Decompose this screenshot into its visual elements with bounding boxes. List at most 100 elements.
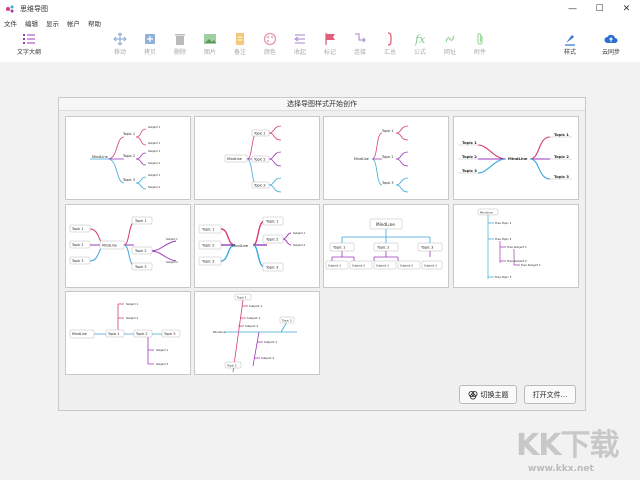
collapse-icon xyxy=(293,34,305,44)
topic3-label: Topic 3 xyxy=(281,319,292,323)
outline-icon xyxy=(23,34,35,44)
topic1-label: Topic 1 xyxy=(122,132,135,136)
template-6[interactable]: Topic 1 Topic 2 Topic 3 MindLine Topic 1… xyxy=(194,204,320,288)
color-label: 颜色 xyxy=(263,49,276,56)
theme-icon xyxy=(468,390,477,399)
style-label: 样式 xyxy=(563,49,576,56)
connect-button[interactable]: 连接 xyxy=(345,30,375,60)
outline-button[interactable]: 文字大纲 xyxy=(14,30,44,60)
formula-icon: fx xyxy=(414,33,426,46)
template-5[interactable]: Topic 1 Topic 2 Topic 3 MindLine Topic 1… xyxy=(65,204,191,288)
connect-icon xyxy=(355,33,366,43)
move-label: 移动 xyxy=(113,49,126,56)
move-icon xyxy=(113,32,127,46)
cloud-sync-label: 云同步 xyxy=(601,49,620,56)
topic2-label: Topic 2 xyxy=(226,364,237,368)
topic2-label: Topic 2 xyxy=(381,155,393,159)
template-9[interactable]: MindLine Topic 1 Topic 2 Topic 3 Subject… xyxy=(65,291,191,375)
panel-title: 选择导图样式开始创作 xyxy=(59,98,585,111)
subject2-label: Subject 2 xyxy=(126,316,139,320)
close-button[interactable]: ✕ xyxy=(613,0,640,17)
subject1-label: Subject 1 xyxy=(126,302,139,306)
open-file-label: 打开文件... xyxy=(532,390,568,399)
image-icon xyxy=(204,34,216,44)
topic1-label: Topic 1 xyxy=(236,296,247,300)
topic3-label: Topic 3 xyxy=(381,181,393,185)
center-label: MindLine xyxy=(213,330,226,334)
menu-view[interactable]: 显示 xyxy=(42,18,63,28)
subject2-label: Subject 2 xyxy=(245,324,258,328)
subject1-label: Subject 1 xyxy=(148,141,161,145)
tree-topic2-label: Tree Topic 2 xyxy=(494,237,512,241)
delete-button[interactable]: 删除 xyxy=(165,30,195,60)
subject1-label: Subject 1 xyxy=(264,340,277,344)
template-2[interactable]: MindLine Topic 1 Topic 2 Topic 3 xyxy=(194,116,320,200)
connect-label: 连接 xyxy=(353,49,366,56)
topic3-label: Topic 3 xyxy=(554,174,569,179)
subject1-label: Subject 1 xyxy=(148,173,161,177)
topic1-label: Topic 1 xyxy=(201,228,214,232)
topic1-label: Topic 1 xyxy=(332,246,345,250)
subject2-label: Subject 2 xyxy=(156,362,169,366)
link-button[interactable]: 网址 xyxy=(435,30,465,60)
topic3-label: Topic 3 xyxy=(122,178,135,182)
template-10[interactable]: Topic 1 Subject 1 Subject 1 Subject 2 Mi… xyxy=(194,291,320,375)
menu-bar: 文件 编辑 显示 帐户 帮助 xyxy=(0,17,640,28)
topic3-label: Topic 3 xyxy=(420,246,433,250)
toolbar: 文字大纲 移动 拷贝 删除 图片 备注 颜色 收起 标记 连接 汇总 fx 公式… xyxy=(0,28,640,63)
image-label: 图片 xyxy=(203,49,216,56)
collapse-label: 收起 xyxy=(293,49,306,56)
topic1-label: Topic 1 xyxy=(462,140,477,145)
maximize-button[interactable]: ☐ xyxy=(586,0,613,17)
center-label: MindLine xyxy=(102,244,117,248)
formula-label: 公式 xyxy=(413,49,426,56)
topic1-label: Topic 1 xyxy=(381,129,393,133)
topic1-label: Topic 1 xyxy=(134,219,146,223)
template-7[interactable]: MindLine Topic 1 Topic 2 Topic 3 Subject… xyxy=(323,204,449,288)
note-button[interactable]: 备注 xyxy=(225,30,255,60)
subject2-label: Subject 2 xyxy=(293,243,306,247)
summary-button[interactable]: 汇总 xyxy=(375,30,405,60)
menu-help[interactable]: 帮助 xyxy=(84,18,105,28)
topic1-label: Topic 1 xyxy=(71,227,83,231)
template-4[interactable]: Topic 1 Topic 2 Topic 3 MindLine Topic 1… xyxy=(453,116,579,200)
copy-button[interactable]: 拷贝 xyxy=(135,30,165,60)
palette-icon xyxy=(263,32,277,46)
template-8[interactable]: MindLine Tree Topic 1 Tree Topic 2 Tree … xyxy=(453,204,579,288)
switch-theme-button[interactable]: 切换主题 xyxy=(459,385,517,404)
subject1-label: Subject 1 xyxy=(249,304,262,308)
outline-label: 文字大纲 xyxy=(16,49,41,56)
note-icon xyxy=(236,33,244,45)
menu-account[interactable]: 帐户 xyxy=(63,18,84,28)
menu-edit[interactable]: 编辑 xyxy=(21,18,42,28)
open-file-button[interactable]: 打开文件... xyxy=(524,385,576,404)
attachment-button[interactable]: 附件 xyxy=(465,30,495,60)
note-label: 备注 xyxy=(233,49,246,56)
collapse-button[interactable]: 收起 xyxy=(285,30,315,60)
menu-file[interactable]: 文件 xyxy=(0,18,21,28)
flag-button[interactable]: 标记 xyxy=(315,30,345,60)
color-button[interactable]: 颜色 xyxy=(255,30,285,60)
flag-icon xyxy=(325,33,335,45)
topic3-label: Topic 3 xyxy=(253,184,265,188)
title-bar: 思维导图 — ☐ ✕ xyxy=(0,0,640,17)
summary-icon xyxy=(387,32,392,46)
topic2-label: Topic 2 xyxy=(462,154,477,159)
template-panel: 选择导图样式开始创作 MindLine Topic 1 Topic 2 Topi… xyxy=(58,97,586,411)
template-3[interactable]: MindLine Topic 1 Topic 2 Topic 3 xyxy=(323,116,449,200)
topic1-label: Topic 1 xyxy=(265,220,278,224)
style-button[interactable]: 样式 xyxy=(555,30,585,60)
minimize-button[interactable]: — xyxy=(559,0,586,17)
subject1-label: Subject 1 xyxy=(376,264,389,268)
link-icon xyxy=(445,35,455,43)
topic2-label: Topic 2 xyxy=(376,246,389,250)
template-1[interactable]: MindLine Topic 1 Topic 2 Topic 3 Subject… xyxy=(65,116,191,200)
center-label: MindLine xyxy=(376,222,395,227)
cloud-sync-button[interactable]: 云同步 xyxy=(596,30,626,60)
image-button[interactable]: 图片 xyxy=(195,30,225,60)
svg-text:fx: fx xyxy=(414,33,426,46)
delete-icon xyxy=(175,34,185,45)
formula-button[interactable]: fx 公式 xyxy=(405,30,435,60)
move-button[interactable]: 移动 xyxy=(105,30,135,60)
topic1-label: Topic 1 xyxy=(253,132,265,136)
